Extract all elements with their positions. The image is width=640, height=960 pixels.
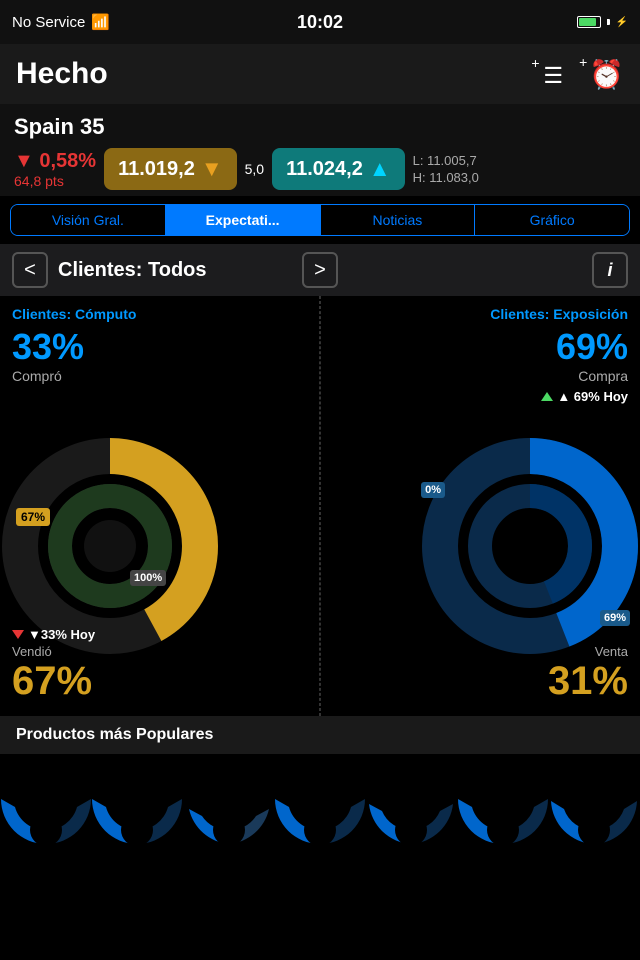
nav-prev-button[interactable]: <	[12, 252, 48, 288]
mini-donut-2	[92, 789, 182, 844]
battery-tip	[607, 19, 610, 25]
vendio-label: Vendió	[12, 644, 95, 659]
signal-label: No Service	[12, 14, 85, 31]
left-pct-bottom: 67%	[12, 659, 95, 704]
mini-chart-1	[0, 789, 91, 844]
battery-icon	[577, 16, 601, 28]
mini-donut-3	[184, 789, 274, 844]
add-alarm-button[interactable]: + ⏰	[579, 58, 624, 91]
mini-charts	[0, 754, 640, 854]
left-label-top: Compró	[12, 368, 307, 384]
time-label: 10:02	[297, 12, 343, 33]
tab-vision[interactable]: Visión Gral.	[11, 205, 166, 235]
left-pct-top: 33%	[12, 326, 307, 368]
price-mid: 5,0	[245, 161, 264, 177]
add-list-button[interactable]: + ☰	[531, 59, 559, 90]
price-low-label: L: 11.005,7	[413, 153, 479, 168]
alarm-icon: + ⏰	[579, 58, 624, 91]
chevron-right-icon: >	[314, 259, 326, 282]
mini-donut-5	[366, 789, 456, 844]
right-pct-top: 69%	[332, 326, 628, 368]
badge-33-hoy: ▼33% Hoy	[28, 627, 95, 642]
change-pts: 64,8 pts	[14, 173, 96, 189]
nav-title: Clientes: Todos	[58, 259, 292, 282]
mini-donut-1	[1, 789, 91, 844]
popular-bar: Productos más Populares	[0, 716, 640, 754]
label-69: 69%	[600, 610, 630, 626]
mini-donut-6	[458, 789, 548, 844]
badge-69-hoy: ▲ 69% Hoy	[332, 388, 628, 406]
tab-expectativas[interactable]: Expectati...	[166, 205, 321, 235]
right-donut-chart	[410, 426, 640, 666]
venta-label: Venta	[548, 644, 628, 659]
app-title: Hecho	[16, 57, 108, 91]
bottom-right-labels: Venta 31%	[548, 644, 628, 704]
nav-row: < Clientes: Todos > i	[0, 244, 640, 296]
right-chart-title: Clientes: Exposición	[332, 306, 628, 322]
wifi-icon: 📶	[91, 13, 110, 31]
mini-donut-7	[549, 789, 639, 844]
lightning-icon: ⚡	[616, 17, 628, 28]
right-pct-bottom: 31%	[548, 659, 628, 704]
triangle-down-icon	[12, 630, 24, 639]
label-0: 0%	[421, 482, 445, 498]
label-67: 67%	[16, 508, 50, 526]
tab-noticias[interactable]: Noticias	[321, 205, 476, 235]
mini-chart-2	[91, 789, 182, 844]
app-header: Hecho + ☰ + ⏰	[0, 44, 640, 104]
chart-area: Clientes: Cómputo 33% Compró 67% 100% ▼3…	[0, 296, 640, 716]
left-chart-title: Clientes: Cómputo	[12, 306, 307, 322]
status-bar: No Service 📶 10:02 ⚡	[0, 0, 640, 44]
price-teal-button[interactable]: 11.024,2 ▲	[272, 148, 405, 190]
price-gold-button[interactable]: 11.019,2 ▼	[104, 148, 237, 190]
mini-chart-6	[457, 789, 548, 844]
right-chart-panel: Clientes: Exposición 69% Compra ▲ 69% Ho…	[320, 296, 640, 716]
price-gold-value: 11.019,2	[118, 158, 195, 181]
price-high-label: H: 11.083,0	[413, 170, 479, 185]
mini-chart-4	[274, 789, 365, 844]
right-label-top: Compra	[332, 368, 628, 384]
popular-label: Productos más Populares	[16, 726, 213, 743]
mini-chart-5	[366, 789, 457, 844]
mini-chart-3	[183, 789, 274, 844]
stock-info: Spain 35 ▼ 0,58% 64,8 pts 11.019,2 ▼ 5,0…	[0, 104, 640, 196]
mini-chart-7	[549, 789, 640, 844]
mini-donut-4	[275, 789, 365, 844]
tabs-row: Visión Gral. Expectati... Noticias Gráfi…	[10, 204, 630, 236]
tab-grafico[interactable]: Gráfico	[475, 205, 629, 235]
label-100: 100%	[130, 570, 166, 586]
left-chart-panel: Clientes: Cómputo 33% Compró 67% 100% ▼3…	[0, 296, 320, 716]
nav-next-button[interactable]: >	[302, 252, 338, 288]
change-pct: ▼ 0,58%	[14, 150, 96, 173]
info-button[interactable]: i	[592, 252, 628, 288]
right-hoy-badge: ▲ 69% Hoy	[557, 389, 628, 404]
info-icon: i	[607, 260, 612, 281]
stock-name: Spain 35	[14, 114, 626, 140]
arrow-up-icon: ▲	[369, 156, 391, 182]
bottom-left-labels: ▼33% Hoy Vendió 67%	[12, 627, 95, 704]
price-teal-value: 11.024,2	[286, 158, 363, 181]
chevron-left-icon: <	[24, 259, 36, 282]
arrow-down-icon: ▼	[201, 156, 223, 182]
triangle-up-icon	[541, 392, 553, 401]
plus-list-icon: + ☰	[531, 59, 559, 90]
